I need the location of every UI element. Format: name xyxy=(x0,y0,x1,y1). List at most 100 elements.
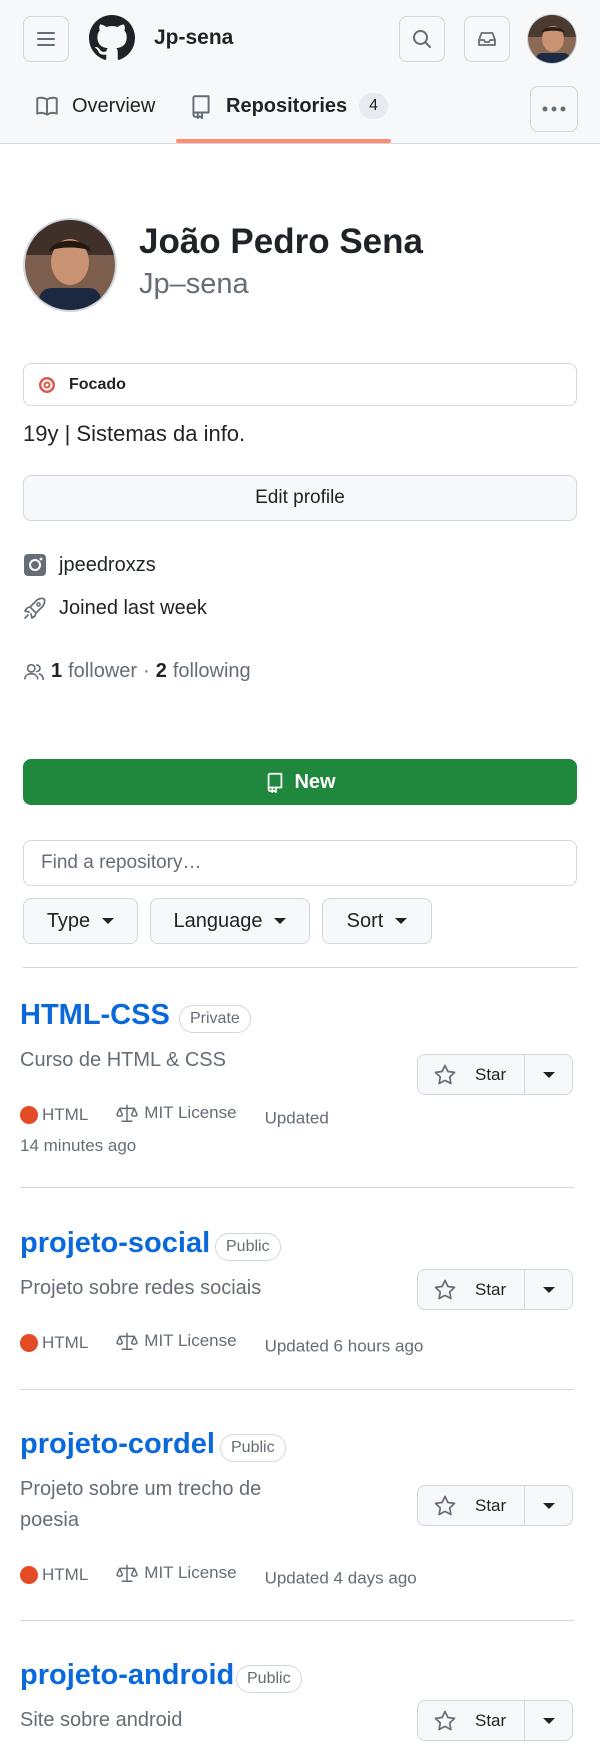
visibility-badge: Private xyxy=(179,1005,251,1033)
star-label: Star xyxy=(475,1279,507,1299)
type-filter-label: Type xyxy=(46,909,91,932)
language-filter-button[interactable]: Language xyxy=(150,898,310,944)
divider xyxy=(20,1187,574,1188)
tab-overview[interactable]: Overview xyxy=(34,86,155,126)
following-link[interactable]: 2 following xyxy=(156,660,251,683)
visibility-badge: Public xyxy=(220,1434,286,1462)
language-color-dot xyxy=(20,1565,38,1584)
star-lists-dropdown[interactable] xyxy=(525,1486,572,1525)
status-box[interactable]: Focado xyxy=(23,363,577,406)
repo-meta: HTML MIT License Updated 14 minutes ago xyxy=(20,1099,329,1159)
profile-login: Jp–sena xyxy=(139,268,249,300)
star-label: Star xyxy=(475,1064,507,1084)
chevron-down-icon xyxy=(542,1071,555,1078)
star-button[interactable]: Star xyxy=(418,1701,525,1740)
divider xyxy=(20,1620,574,1621)
star-lists-dropdown[interactable] xyxy=(525,1055,572,1094)
following-count: 2 xyxy=(155,660,167,682)
language-name: HTML xyxy=(42,1565,89,1584)
book-icon xyxy=(36,96,58,116)
repo-language: HTML xyxy=(20,1329,88,1356)
language-color-dot xyxy=(20,1105,38,1124)
star-lists-dropdown[interactable] xyxy=(525,1270,572,1309)
joined-info: Joined last week xyxy=(23,596,207,620)
instagram-handle: jpeedroxzs xyxy=(59,553,156,576)
repo-description: Site sobre android xyxy=(20,1709,183,1731)
repo-updated-time: 14 minutes ago xyxy=(20,1135,137,1155)
new-repository-button[interactable]: New xyxy=(23,759,577,805)
language-name: HTML xyxy=(42,1105,89,1124)
law-icon xyxy=(116,1104,139,1122)
repo-description-line: poesia xyxy=(20,1509,79,1531)
inbox-button[interactable] xyxy=(464,16,510,62)
chevron-down-icon xyxy=(542,1502,555,1509)
repo-name-link[interactable]: projeto-android xyxy=(20,1659,234,1692)
tab-repositories[interactable]: Repositories 4 xyxy=(188,86,389,126)
profile-avatar[interactable] xyxy=(23,218,117,312)
repo-language: HTML xyxy=(20,1561,88,1588)
more-options-button[interactable] xyxy=(530,86,578,132)
law-icon xyxy=(116,1332,139,1350)
followers-count: 1 xyxy=(51,660,63,682)
find-repository-input[interactable] xyxy=(23,840,577,886)
repo-description: Curso de HTML & CSS xyxy=(20,1049,226,1071)
kebab-icon xyxy=(542,106,566,112)
license-name: MIT License xyxy=(144,1331,237,1350)
chevron-down-icon xyxy=(274,918,287,924)
status-text: Focado xyxy=(69,375,126,393)
star-icon xyxy=(434,1495,456,1515)
edit-profile-button[interactable]: Edit profile xyxy=(23,475,577,521)
star-icon xyxy=(434,1279,456,1299)
rocket-icon xyxy=(24,597,46,619)
star-button[interactable]: Star xyxy=(418,1486,525,1525)
profile-bio: 19y | Sistemas da info. xyxy=(23,421,246,446)
target-icon xyxy=(39,376,55,393)
repo-name-link[interactable]: projeto-social xyxy=(20,1227,210,1260)
visibility-badge: Public xyxy=(236,1665,302,1693)
user-avatar[interactable] xyxy=(527,14,577,64)
repo-name-link[interactable]: projeto-cordel xyxy=(20,1428,215,1461)
menu-icon xyxy=(37,32,55,46)
repo-license[interactable]: MIT License xyxy=(116,1559,237,1586)
followers-link[interactable]: 1 follower xyxy=(51,660,137,683)
star-button-group: Star xyxy=(417,1485,573,1526)
repo-description: Projeto sobre redes sociais xyxy=(20,1277,262,1299)
repo-icon xyxy=(192,95,210,119)
language-name: HTML xyxy=(42,1333,89,1352)
star-lists-dropdown[interactable] xyxy=(525,1701,572,1740)
header-username[interactable]: Jp-sena xyxy=(154,26,233,50)
sort-filter-button[interactable]: Sort xyxy=(322,898,432,944)
menu-button[interactable] xyxy=(23,16,69,62)
chevron-down-icon xyxy=(102,918,115,924)
instagram-icon xyxy=(24,554,46,576)
repo-name-link[interactable]: HTML-CSS xyxy=(20,999,170,1032)
repo-meta: HTML MIT License Updated 4 days ago xyxy=(20,1559,417,1592)
language-color-dot xyxy=(20,1333,38,1352)
tab-overview-label: Overview xyxy=(72,94,156,117)
search-button[interactable] xyxy=(399,16,445,62)
repo-updated: Updated 4 days ago xyxy=(264,1568,417,1588)
new-button-label: New xyxy=(294,770,336,793)
github-logo-icon[interactable] xyxy=(89,15,135,61)
tab-repositories-label: Repositories xyxy=(226,94,348,117)
repo-license[interactable]: MIT License xyxy=(116,1327,237,1354)
visibility-badge: Public xyxy=(215,1233,281,1261)
search-icon xyxy=(413,30,431,48)
chevron-down-icon xyxy=(542,1717,555,1724)
type-filter-button[interactable]: Type xyxy=(23,898,138,944)
star-button[interactable]: Star xyxy=(418,1270,525,1309)
law-icon xyxy=(116,1564,139,1582)
repo-updated: Updated xyxy=(264,1108,329,1128)
star-button[interactable]: Star xyxy=(418,1055,525,1094)
divider xyxy=(20,1389,574,1390)
active-tab-indicator xyxy=(176,139,391,143)
followers-label: follower xyxy=(68,660,138,682)
repo-language: HTML xyxy=(20,1101,88,1128)
joined-text: Joined last week xyxy=(59,596,207,619)
license-name: MIT License xyxy=(144,1103,237,1122)
instagram-link[interactable]: jpeedroxzs xyxy=(23,553,156,577)
star-icon xyxy=(434,1710,456,1730)
profile-fullname: João Pedro Sena xyxy=(139,222,423,261)
star-label: Star xyxy=(475,1495,507,1515)
repo-license[interactable]: MIT License xyxy=(116,1099,237,1126)
